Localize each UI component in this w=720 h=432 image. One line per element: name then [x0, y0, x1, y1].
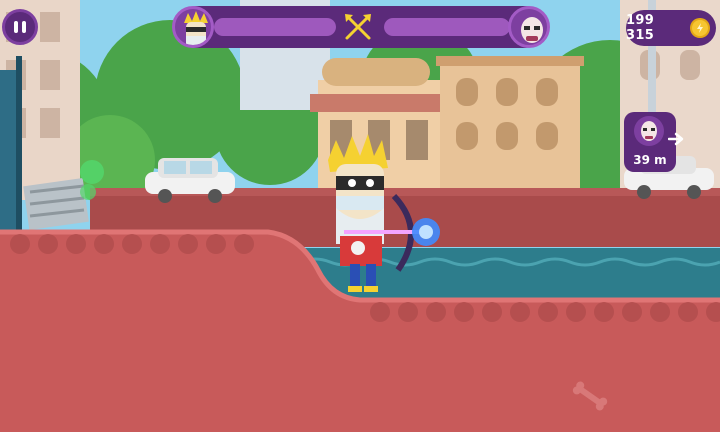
duel-health-bar [172, 6, 550, 48]
player-health-fill [214, 18, 336, 36]
radio-tower [0, 56, 22, 236]
building-right [436, 56, 584, 210]
green-splash [80, 160, 104, 184]
energy-orb-core [419, 225, 433, 239]
crossed-arrows-icon [345, 14, 371, 40]
enemy-distance-text: 39 m [633, 153, 667, 167]
king-face-icon [172, 6, 214, 48]
enemy-health-track [384, 18, 510, 36]
game-scene[interactable] [0, 0, 720, 432]
bald-man-face-icon [508, 6, 550, 48]
fence-sign [23, 178, 89, 230]
player-health-track [214, 18, 336, 36]
pause-icon [14, 21, 26, 33]
arrow-right-icon [668, 132, 684, 146]
coin-icon [690, 18, 710, 38]
enemy-health-fill [384, 18, 510, 36]
green-splash-small [80, 184, 96, 200]
pause-button[interactable] [2, 9, 38, 45]
coin-value: 199 315 [626, 13, 655, 43]
bald-man-face-icon [634, 116, 664, 146]
coin-counter: 199 315 [626, 10, 716, 46]
